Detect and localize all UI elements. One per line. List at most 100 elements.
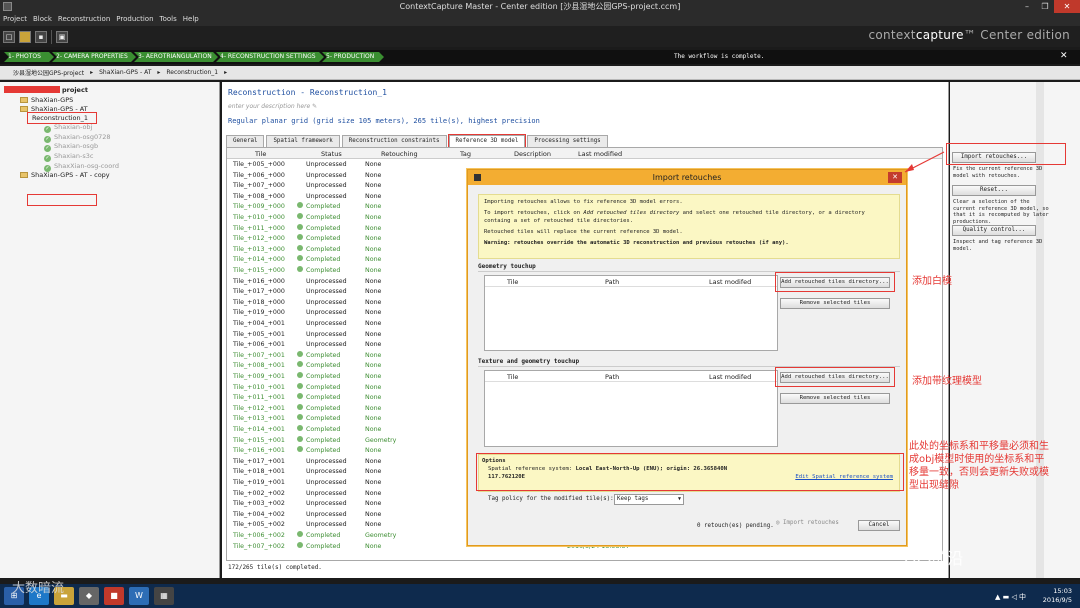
breadcrumb-recon[interactable]: Reconstruction_1 <box>166 69 218 76</box>
import-retouches-dialog-button[interactable]: ◎ Import retouches <box>776 520 839 526</box>
tab-reference-3d-model[interactable]: Reference 3D model <box>447 134 527 148</box>
open-folder-icon[interactable] <box>19 30 31 43</box>
cell-retouching: None <box>365 362 382 370</box>
tree-item-production[interactable]: ✓ Shaxian-s3c <box>44 151 93 162</box>
close-window-icon[interactable]: ✕ <box>1054 0 1080 13</box>
tag-policy-select[interactable]: Keep tags ▼ <box>614 494 684 505</box>
chevron-down-icon: ▼ <box>677 496 681 502</box>
workflow-step-camera[interactable]: 2- CAMERA PROPERTIES <box>52 52 136 62</box>
annotation-coordinate-note: 此处的坐标系和平移量必须和生成obj模型时使用的坐标系和平移量一致，否则会更新失… <box>909 441 1049 491</box>
description-field[interactable]: enter your description here ✎ <box>228 103 317 110</box>
cell-retouching: Geometry <box>365 532 397 539</box>
cell-tile: Tile_+004_+001 <box>233 320 285 327</box>
info-line: To import retouches, click on Add retouc… <box>484 210 865 224</box>
workflow-step-recon-settings[interactable]: 4- RECONSTRUCTION SETTINGS <box>216 52 324 62</box>
cell-retouching: None <box>365 489 382 497</box>
tab-general[interactable]: General <box>226 135 265 147</box>
menu-tools[interactable]: Tools <box>157 13 180 26</box>
cell-retouching: None <box>365 415 382 423</box>
workflow-step-production[interactable]: 5- PRODUCTION <box>322 52 384 62</box>
pending-count: 0 retouch(es) pending. <box>697 523 774 529</box>
cancel-button[interactable]: Cancel <box>858 520 900 531</box>
col-status[interactable]: Status <box>321 150 342 158</box>
workflow-step-photos[interactable]: 1- PHOTOS <box>4 52 54 62</box>
cell-retouching: None <box>365 373 382 380</box>
dialog-close-icon[interactable]: ✕ <box>888 172 902 183</box>
tree-project[interactable]: project <box>4 85 88 95</box>
menu-block[interactable]: Block <box>30 13 55 26</box>
col-description[interactable]: Description <box>514 150 551 158</box>
cell-tile: Tile_+008_+000 <box>233 192 285 200</box>
annotation-textured-model: 添加带纹理模型 <box>912 376 982 387</box>
cell-status: Completed <box>297 361 340 372</box>
menu-project[interactable]: Project <box>0 13 30 26</box>
geometry-tiles-table[interactable]: Tile Path Last modifed <box>484 275 778 351</box>
word-icon[interactable]: W <box>129 587 149 605</box>
quality-control-button[interactable]: Quality control... <box>952 225 1036 236</box>
new-file-icon[interactable]: □ <box>3 30 15 43</box>
tab-processing-settings[interactable]: Processing settings <box>527 135 608 147</box>
annotation-box-reconstruction <box>27 112 97 124</box>
cell-status: Unprocessed <box>306 309 347 317</box>
cell-status: Unprocessed <box>306 161 347 168</box>
remove-geometry-tiles-button[interactable]: Remove selected tiles <box>780 298 890 309</box>
col-tile[interactable]: Tile <box>255 150 266 158</box>
cell-tile: Tile_+016_+000 <box>233 277 285 285</box>
restore-icon[interactable]: ❐ <box>1036 0 1054 13</box>
cell-retouching: None <box>365 510 382 518</box>
cell-status: Unprocessed <box>306 521 347 529</box>
menu-help[interactable]: Help <box>180 13 202 26</box>
col-last-modified[interactable]: Last modified <box>578 150 622 158</box>
cell-retouching: None <box>365 404 382 412</box>
window-title-bar: ContextCapture Master - Center edition [… <box>0 0 1080 13</box>
cell-status: Completed <box>297 244 340 256</box>
breadcrumb-project[interactable]: 沙县湿地公园GPS-project <box>13 68 84 77</box>
table-header: Tile Path Last modifed <box>485 276 777 287</box>
col-tag[interactable]: Tag <box>460 150 471 158</box>
col-tile: Tile <box>507 373 519 381</box>
contextcapture-icon[interactable]: ▦ <box>154 587 174 605</box>
col-path: Path <box>605 373 620 381</box>
texture-tiles-table[interactable]: Tile Path Last modifed <box>484 370 778 447</box>
reset-button[interactable]: Reset... <box>952 185 1036 196</box>
menu-reconstruction[interactable]: Reconstruction <box>55 13 113 26</box>
save-icon[interactable]: ▪ <box>35 30 47 43</box>
breadcrumb-block[interactable]: ShaXian-GPS - AT <box>99 69 151 76</box>
cell-retouching: None <box>365 298 382 306</box>
cell-tile: Tile_+005_+001 <box>233 330 285 338</box>
cell-status: Unprocessed <box>306 171 347 179</box>
completed-icon <box>297 382 303 389</box>
cell-retouching: None <box>365 277 382 285</box>
workflow-step-aerotriangulation[interactable]: 3- AEROTRIANGULATION <box>134 52 218 62</box>
minimize-icon[interactable]: – <box>1018 0 1036 13</box>
tab-constraints[interactable]: Reconstruction constraints <box>341 135 447 147</box>
system-tray: ▲ ▬ ◁ 中 <box>995 593 1027 601</box>
app-icon[interactable]: ■ <box>104 587 124 605</box>
reset-description: Clear a selection of the current referen… <box>953 199 1049 225</box>
tree-item-production[interactable]: ✓ Shaxian-osgb <box>44 141 98 152</box>
tab-spatial-framework[interactable]: Spatial framework <box>266 135 340 147</box>
cell-status: Completed <box>297 372 340 383</box>
dialog-title: Import retouches <box>652 173 722 182</box>
cell-status: Completed <box>297 414 340 425</box>
completed-icon <box>297 446 303 453</box>
col-last-modified: Last modifed <box>709 373 752 381</box>
workflow-status: The workflow is complete. <box>674 53 765 60</box>
annotation-box-reconstruction <box>27 194 97 206</box>
col-retouching[interactable]: Retouching <box>381 150 418 158</box>
cell-status: Completed <box>297 213 340 224</box>
cell-retouching: Geometry <box>365 436 397 444</box>
cell-tile: Tile_+012_+000 <box>233 235 285 243</box>
cell-retouching: None <box>365 351 382 359</box>
cell-status: Unprocessed <box>306 320 347 327</box>
remove-texture-tiles-button[interactable]: Remove selected tiles <box>780 393 890 404</box>
cell-tile: Tile_+016_+001 <box>233 447 285 455</box>
job-monitor-icon[interactable]: ▣ <box>56 30 68 43</box>
cell-retouching: None <box>365 182 382 190</box>
tree-item-block[interactable]: ShaXian-GPS - AT - copy <box>20 170 110 180</box>
cell-retouching: None <box>365 214 382 221</box>
app-icon[interactable]: ◆ <box>79 587 99 605</box>
menu-production[interactable]: Production <box>113 13 156 26</box>
qc-description: Inspect and tag reference 3D model. <box>953 239 1043 252</box>
workflow-close-icon[interactable]: ✕ <box>1060 51 1068 61</box>
